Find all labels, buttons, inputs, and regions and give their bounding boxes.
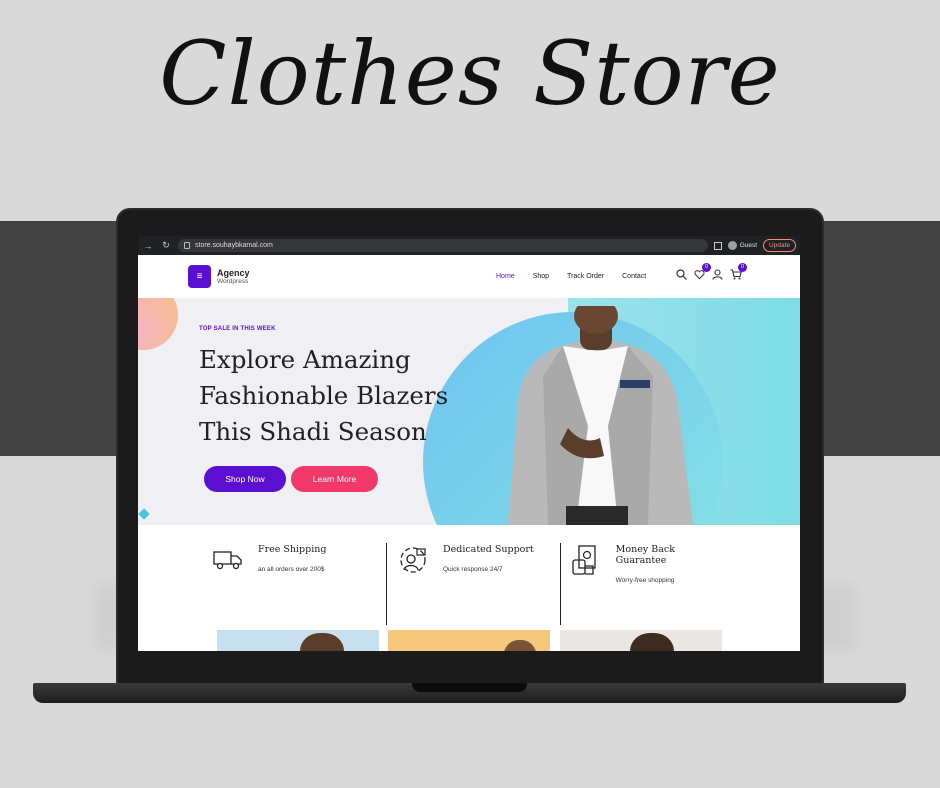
side-panel-icon[interactable] bbox=[713, 241, 722, 250]
feature-title: Free Shipping bbox=[258, 544, 327, 555]
feature-subtitle: an all orders over 200$ bbox=[258, 566, 325, 573]
hero-banner: TOP SALE IN THIS WEEK Explore Amazing Fa… bbox=[138, 298, 800, 525]
profile-label: Guest bbox=[739, 242, 758, 249]
address-bar[interactable]: store.souhaybkamal.com bbox=[178, 239, 708, 252]
product-image bbox=[300, 633, 344, 651]
hero-model-image bbox=[508, 306, 693, 525]
nav-shop[interactable]: Shop bbox=[533, 273, 549, 280]
profile-button[interactable]: Guest bbox=[727, 241, 758, 250]
reload-icon[interactable]: ↻ bbox=[160, 240, 172, 251]
hero-title-line: This Shadi Season bbox=[199, 417, 427, 446]
logo-subtitle: Wordpress bbox=[217, 277, 249, 285]
account-icon[interactable] bbox=[712, 269, 723, 280]
hero-title-line: Explore Amazing bbox=[199, 345, 411, 374]
nav-track-order[interactable]: Track Order bbox=[567, 273, 604, 280]
product-image bbox=[630, 633, 674, 651]
wishlist-icon[interactable]: 0 bbox=[694, 263, 711, 280]
product-card[interactable] bbox=[217, 630, 379, 651]
site-header: ≡ Agency Wordpress Home Shop Track Order… bbox=[138, 255, 800, 298]
nav-contact[interactable]: Contact bbox=[622, 273, 646, 280]
site-logo[interactable]: ≡ Agency Wordpress bbox=[188, 265, 250, 288]
feature-title: Dedicated Support bbox=[443, 544, 534, 555]
update-button[interactable]: Update bbox=[763, 239, 796, 252]
shop-now-button[interactable]: Shop Now bbox=[204, 466, 286, 492]
features-bar: Free Shipping an all orders over 200$ De… bbox=[138, 525, 800, 625]
feature-subtitle: Quick response 24/7 bbox=[443, 566, 503, 573]
laptop-screen: → ↻ store.souhaybkamal.com Guest Update … bbox=[138, 236, 800, 651]
header-icons: 0 0 bbox=[676, 263, 747, 280]
url-text: store.souhaybkamal.com bbox=[195, 242, 273, 249]
decorative-blob bbox=[138, 298, 178, 350]
main-nav: Home Shop Track Order Contact bbox=[496, 255, 646, 298]
cart-icon[interactable]: 0 bbox=[730, 263, 747, 280]
feature-item: Dedicated Support Quick response 24/7 bbox=[386, 543, 560, 625]
money-back-icon bbox=[571, 543, 602, 577]
forward-icon[interactable]: → bbox=[142, 241, 154, 251]
hero-kicker: TOP SALE IN THIS WEEK bbox=[199, 326, 276, 332]
support-agent-icon bbox=[397, 543, 429, 577]
product-card[interactable] bbox=[388, 630, 550, 651]
learn-more-button[interactable]: Learn More bbox=[291, 466, 378, 492]
feature-item: Money Back Guarantee Worry-free shopping bbox=[560, 543, 734, 625]
wishlist-count-badge: 0 bbox=[702, 263, 711, 272]
avatar bbox=[727, 241, 737, 250]
search-icon[interactable] bbox=[676, 269, 687, 280]
browser-toolbar: → ↻ store.souhaybkamal.com Guest Update bbox=[138, 236, 800, 255]
sparkle-decoration bbox=[138, 508, 150, 520]
nav-home[interactable]: Home bbox=[496, 273, 515, 280]
logo-title: Agency bbox=[217, 267, 250, 278]
cart-count-badge: 0 bbox=[738, 263, 747, 272]
lock-icon bbox=[184, 242, 190, 249]
logo-icon: ≡ bbox=[188, 265, 211, 288]
hero-title-line: Fashionable Blazers bbox=[199, 381, 449, 410]
feature-subtitle: Worry-free shopping bbox=[615, 577, 675, 584]
page-headline: Clothes Store bbox=[159, 22, 781, 125]
laptop-notch bbox=[412, 683, 527, 692]
product-image bbox=[503, 640, 537, 651]
truck-icon bbox=[212, 543, 244, 577]
feature-title: Money Back Guarantee bbox=[615, 544, 675, 566]
hero-title: Explore Amazing Fashionable Blazers This… bbox=[199, 342, 449, 450]
feature-item: Free Shipping an all orders over 200$ bbox=[212, 543, 386, 625]
product-card[interactable] bbox=[560, 630, 722, 651]
